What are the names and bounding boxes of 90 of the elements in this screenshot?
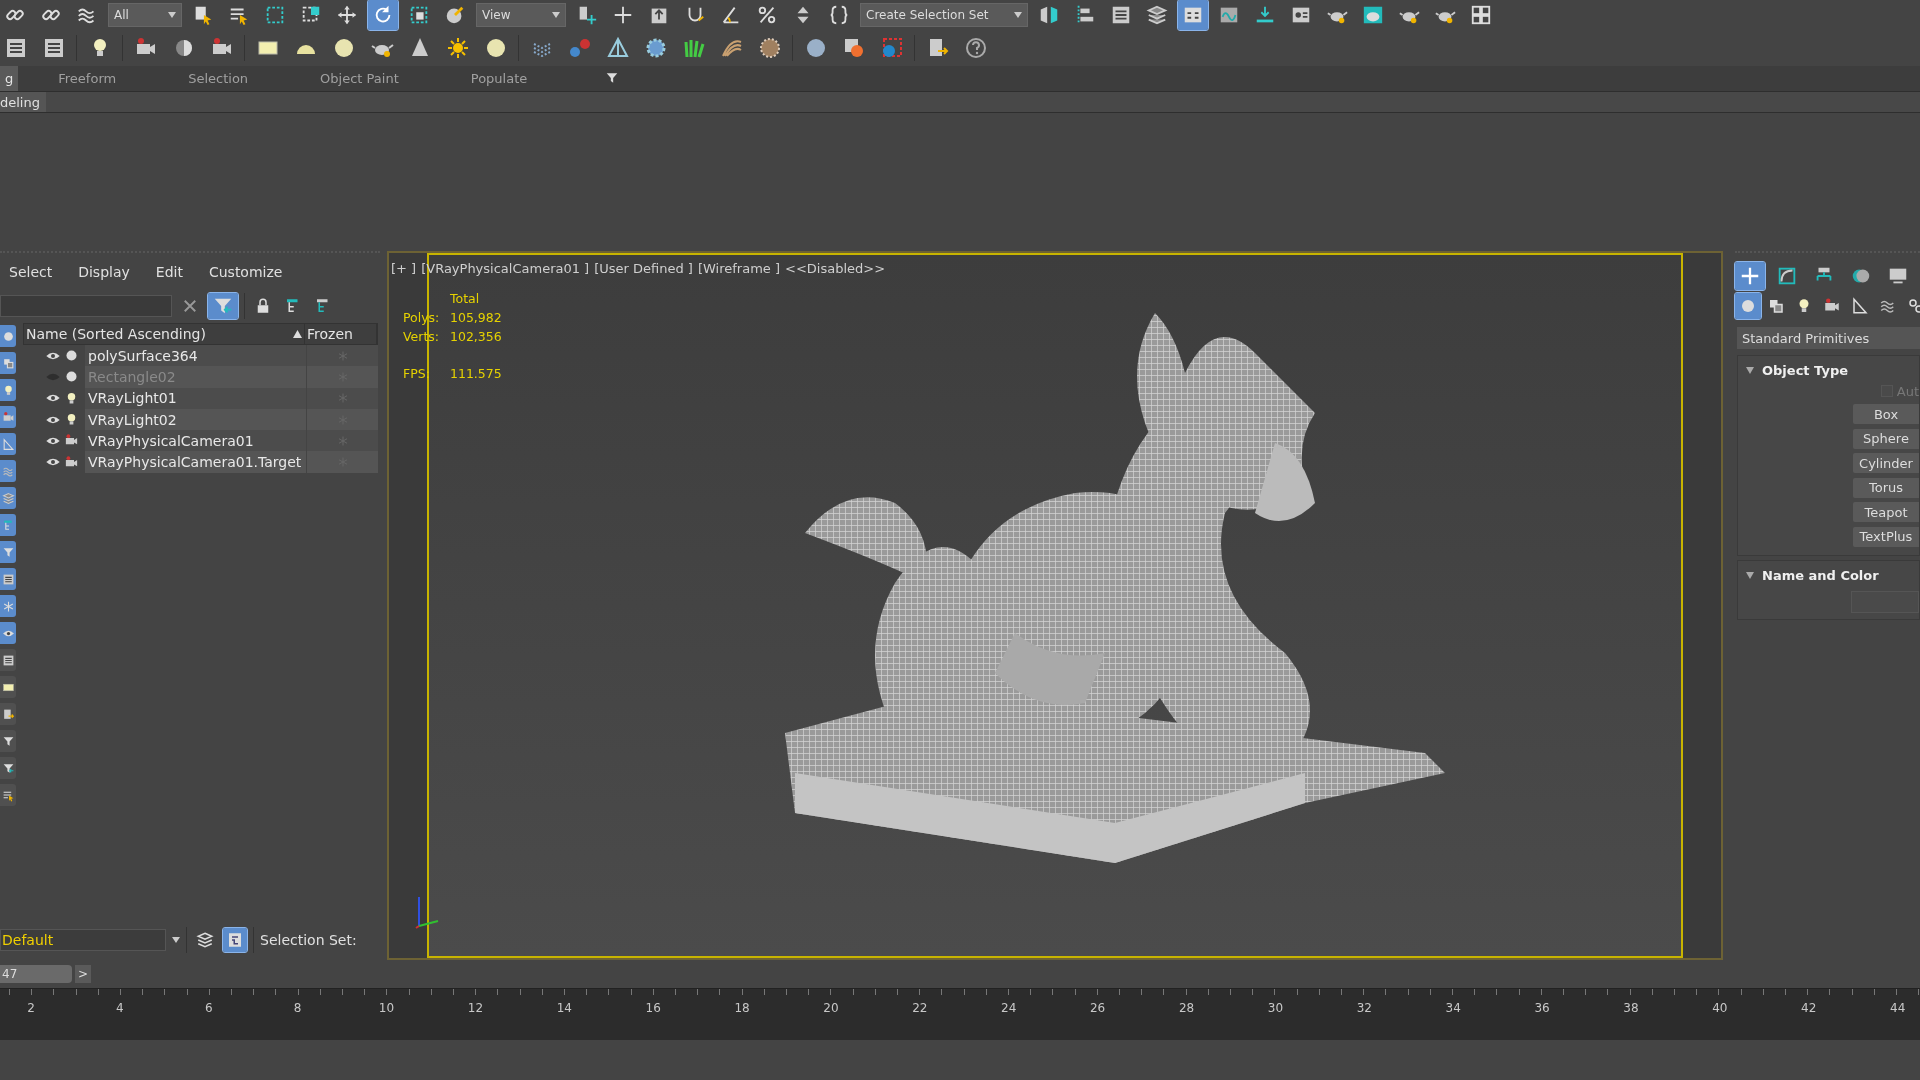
ribbon-tab[interactable]: Selection xyxy=(188,66,249,91)
frame-number: 38 xyxy=(1622,1001,1640,1015)
frame-number: 16 xyxy=(644,1001,662,1015)
circle-icon xyxy=(64,369,79,385)
caret-icon[interactable] xyxy=(172,937,180,943)
column-header[interactable]: Frozen xyxy=(305,324,377,344)
frame-number: 42 xyxy=(1800,1001,1818,1015)
frame-number: 18 xyxy=(733,1001,751,1015)
frame-number: 4 xyxy=(115,1001,125,1015)
frame-number: 32 xyxy=(1355,1001,1373,1015)
frame-counter[interactable]: 47 xyxy=(0,965,72,983)
menu-item[interactable]: Display xyxy=(78,264,130,280)
object-name[interactable]: polySurface364 xyxy=(85,345,306,367)
filter-icon[interactable] xyxy=(0,757,16,779)
sort-ascending-icon xyxy=(293,330,302,338)
stat-value: 102,356 xyxy=(450,329,502,344)
create-icon[interactable] xyxy=(1735,262,1765,290)
dropdown[interactable]: Create Selection Set xyxy=(860,3,1028,27)
frame-number: 36 xyxy=(1533,1001,1551,1015)
collapse-icon[interactable] xyxy=(1746,366,1754,374)
circle-icon xyxy=(64,348,79,364)
ribbon-tab[interactable]: Populate xyxy=(470,66,528,91)
caret-icon[interactable] xyxy=(552,12,560,18)
object-name[interactable]: VRayPhysicalCamera01.Target xyxy=(85,451,306,473)
primitive-button[interactable]: Cylinder xyxy=(1853,453,1919,473)
frame-number: 24 xyxy=(1000,1001,1018,1015)
snowflake-icon[interactable] xyxy=(0,595,16,617)
frame-number: 14 xyxy=(555,1001,573,1015)
viewport-label[interactable]: <<Disabled>> xyxy=(785,261,886,276)
frame-number: 8 xyxy=(292,1001,303,1015)
object-name[interactable]: VRayLight02 xyxy=(85,408,306,431)
rotate-icon[interactable] xyxy=(368,0,398,30)
frame-number: 2 xyxy=(26,1001,36,1015)
next-frame-button[interactable]: > xyxy=(75,965,91,983)
frame-number: 20 xyxy=(822,1001,840,1015)
ribbon-tab[interactable]: g xyxy=(0,66,19,91)
frame-number: 22 xyxy=(911,1001,929,1015)
object-name[interactable]: VRayLight01 xyxy=(85,387,306,409)
viewport-label[interactable]: [User Defined ] xyxy=(594,261,693,276)
layer-explorer-icon[interactable] xyxy=(223,928,247,952)
table-icon[interactable] xyxy=(0,568,16,590)
dropdown[interactable]: All xyxy=(108,3,182,27)
track-bar[interactable]: 2 4 6 8 10 12 14 16 18 20 22 24 26 28 30 32 34 36 38 40 42 44 xyxy=(0,988,1920,1040)
rollout-title[interactable]: Name and Color xyxy=(1762,567,1879,583)
name-field[interactable] xyxy=(1851,591,1919,613)
frame-number: 34 xyxy=(1444,1001,1462,1015)
frame-number: 26 xyxy=(1089,1001,1107,1015)
stat-value: 111.575 xyxy=(450,366,502,381)
primitive-button[interactable]: Teapot xyxy=(1853,502,1919,522)
menu-item[interactable]: Customize xyxy=(208,264,283,280)
frame-number: 40 xyxy=(1711,1001,1729,1015)
eye-icon[interactable] xyxy=(0,622,16,644)
frame-number: 6 xyxy=(203,1001,214,1015)
stat-value: 105,982 xyxy=(450,310,502,325)
frame-number: 30 xyxy=(1266,1001,1285,1015)
rollout-title[interactable]: Object Type xyxy=(1762,362,1848,378)
table-icon[interactable] xyxy=(0,649,16,671)
collapse-icon[interactable] xyxy=(1746,571,1754,579)
rectangle-icon[interactable] xyxy=(0,676,16,698)
frame-number: 28 xyxy=(1177,1001,1196,1015)
caret-icon[interactable] xyxy=(168,12,176,18)
caret-icon[interactable] xyxy=(1014,12,1022,18)
dropdown[interactable]: View xyxy=(476,3,566,27)
selection-set-label: Selection Set: xyxy=(260,932,357,948)
viewport-label[interactable]: [Wireframe ] xyxy=(697,261,780,276)
search-field[interactable] xyxy=(0,295,172,317)
viewport-label[interactable]: [+ ] xyxy=(391,261,417,276)
layer-dropdown[interactable]: Default xyxy=(0,929,166,951)
menu-item[interactable]: Edit xyxy=(155,264,183,280)
type-dropdown[interactable]: Standard Primitives xyxy=(1737,327,1920,349)
column-header[interactable]: Name (Sorted Ascending) xyxy=(24,324,305,344)
document-icon[interactable] xyxy=(0,703,16,725)
ribbon-tab[interactable]: Object Paint xyxy=(320,66,399,91)
camera-icon[interactable] xyxy=(0,406,16,428)
axis-gizmo-icon xyxy=(415,897,439,929)
stats-header: Total xyxy=(450,291,481,306)
primitive-button[interactable]: Torus xyxy=(1853,477,1919,498)
list-cursor-icon[interactable] xyxy=(0,784,16,806)
filter-icon[interactable] xyxy=(0,730,16,752)
object-name[interactable]: VRayPhysicalCamera01 xyxy=(85,430,306,452)
ribbon-tab[interactable]: Freeform xyxy=(58,66,117,91)
menu-item[interactable]: Select xyxy=(9,264,53,280)
primitive-button[interactable]: Box xyxy=(1853,404,1919,424)
frame-number: 44 xyxy=(1889,1001,1907,1015)
frame-number: 12 xyxy=(466,1001,485,1015)
primitive-button[interactable]: TextPlus xyxy=(1853,526,1919,547)
ribbon-panel-tab[interactable]: deling xyxy=(0,92,46,112)
primitive-button[interactable]: Sphere xyxy=(1853,428,1919,449)
schematic-icon[interactable] xyxy=(1178,0,1208,30)
frame-number: 10 xyxy=(377,1001,396,1015)
